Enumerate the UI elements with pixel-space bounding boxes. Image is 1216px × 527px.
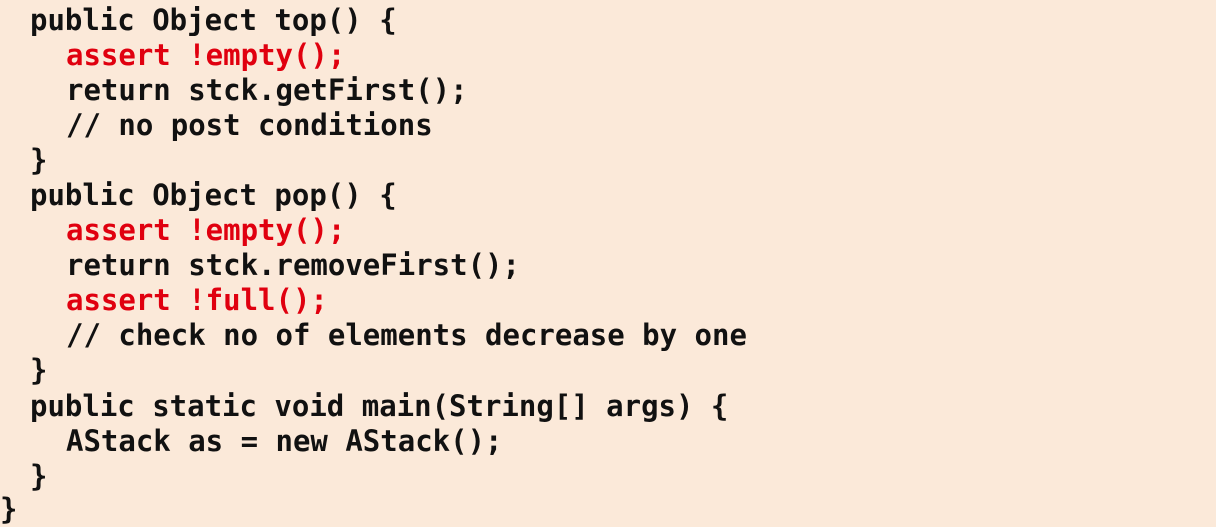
code-line-assert: assert !full();	[66, 283, 328, 317]
code-line-assert: assert !empty();	[66, 213, 346, 247]
code-line: }	[30, 353, 48, 387]
code-line-assert: assert !empty();	[66, 38, 346, 72]
code-editor: public Object top() { assert !empty(); r…	[0, 0, 1216, 526]
code-line: public Object pop() {	[30, 178, 397, 212]
code-line: return stck.removeFirst();	[66, 248, 520, 282]
code-comment: // no post conditions	[66, 108, 433, 142]
code-line: }	[30, 459, 48, 493]
code-comment: // check no of elements decrease by one	[66, 318, 747, 352]
code-line: public Object top() {	[30, 3, 397, 37]
code-line: }	[0, 492, 18, 526]
code-line: public static void main(String[] args) {	[30, 389, 729, 423]
code-line: return stck.getFirst();	[66, 73, 468, 107]
code-line: }	[30, 143, 48, 177]
code-line: AStack as = new AStack();	[66, 424, 503, 458]
